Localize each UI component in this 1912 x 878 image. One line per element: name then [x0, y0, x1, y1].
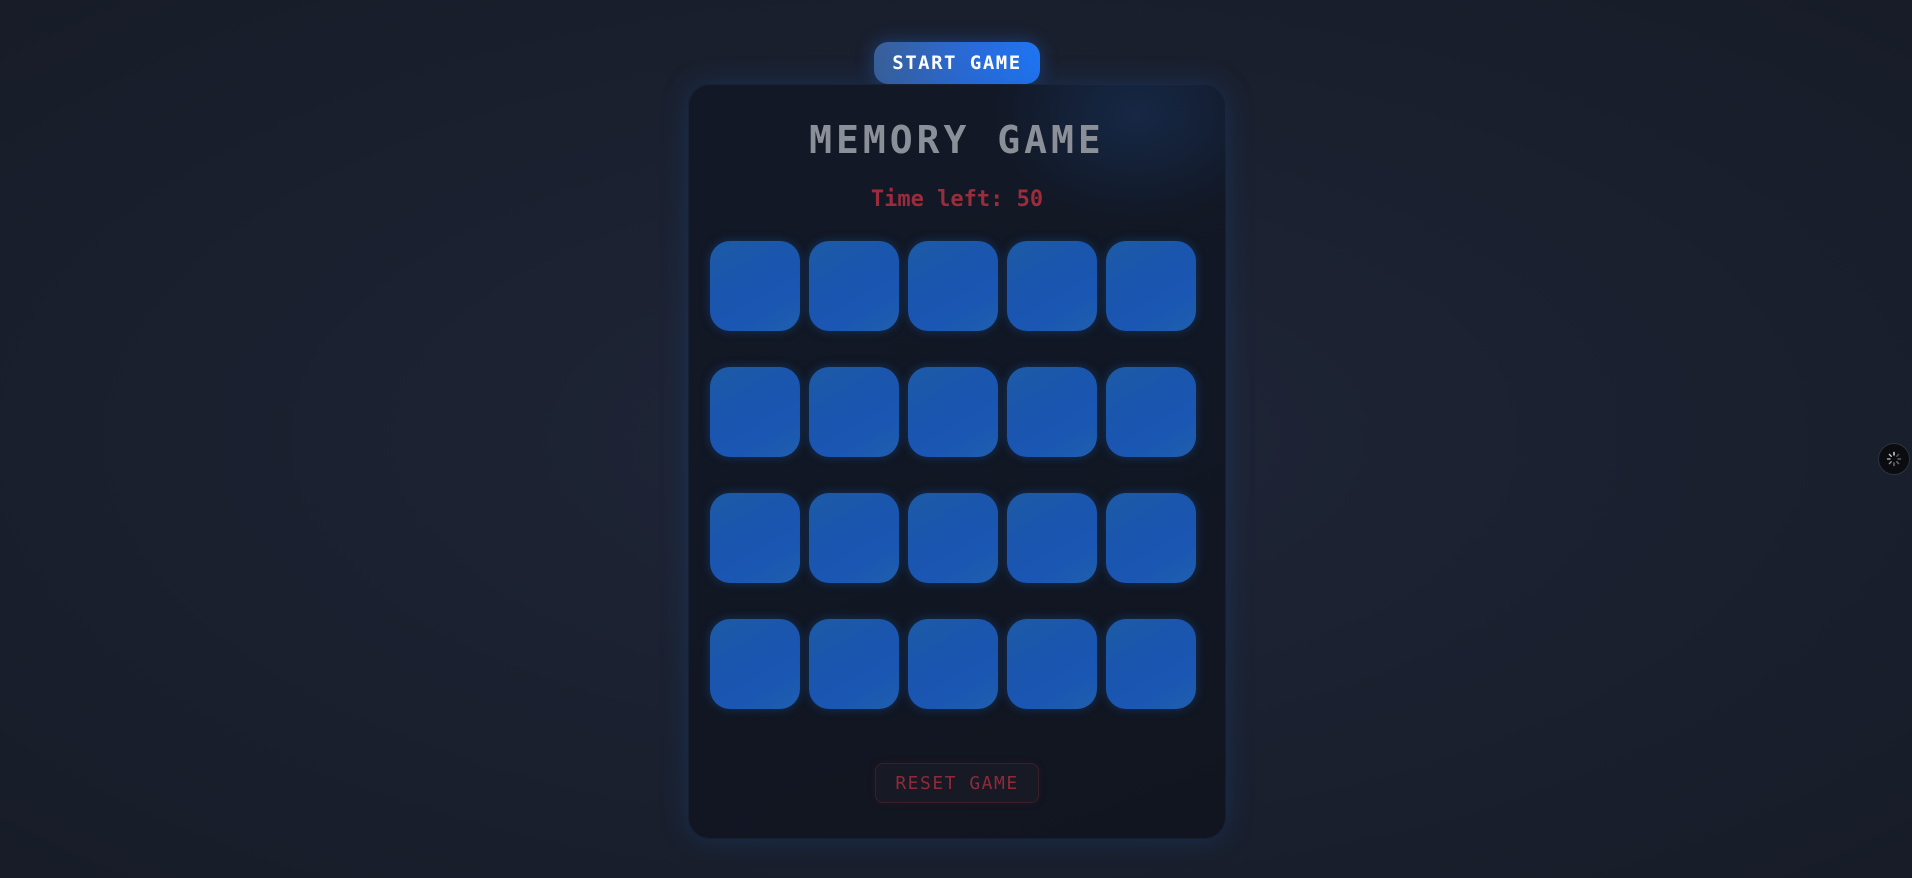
memory-card[interactable]	[1106, 367, 1196, 457]
memory-card[interactable]	[1007, 493, 1097, 583]
memory-card[interactable]	[809, 619, 899, 709]
memory-card[interactable]	[710, 367, 800, 457]
memory-card[interactable]	[809, 493, 899, 583]
memory-card[interactable]	[710, 241, 800, 331]
memory-card[interactable]	[1007, 619, 1097, 709]
memory-card[interactable]	[1106, 619, 1196, 709]
reset-game-button[interactable]: RESET GAME	[875, 763, 1039, 803]
memory-card[interactable]	[1007, 241, 1097, 331]
memory-card[interactable]	[809, 241, 899, 331]
loading-spinner-icon	[1886, 451, 1902, 467]
game-panel: MEMORY GAME Time left: 50 RESET GAME	[688, 84, 1226, 839]
card-grid	[710, 241, 1196, 709]
memory-card[interactable]	[908, 367, 998, 457]
memory-card[interactable]	[710, 493, 800, 583]
memory-card[interactable]	[908, 241, 998, 331]
memory-card[interactable]	[809, 367, 899, 457]
side-widget-button[interactable]	[1878, 443, 1910, 475]
memory-card[interactable]	[710, 619, 800, 709]
memory-card[interactable]	[1106, 241, 1196, 331]
memory-card[interactable]	[908, 619, 998, 709]
memory-card[interactable]	[908, 493, 998, 583]
game-title: MEMORY GAME	[809, 118, 1105, 162]
start-game-button[interactable]: START GAME	[874, 42, 1040, 84]
memory-card[interactable]	[1106, 493, 1196, 583]
memory-card[interactable]	[1007, 367, 1097, 457]
time-left-label: Time left: 50	[870, 187, 1044, 212]
